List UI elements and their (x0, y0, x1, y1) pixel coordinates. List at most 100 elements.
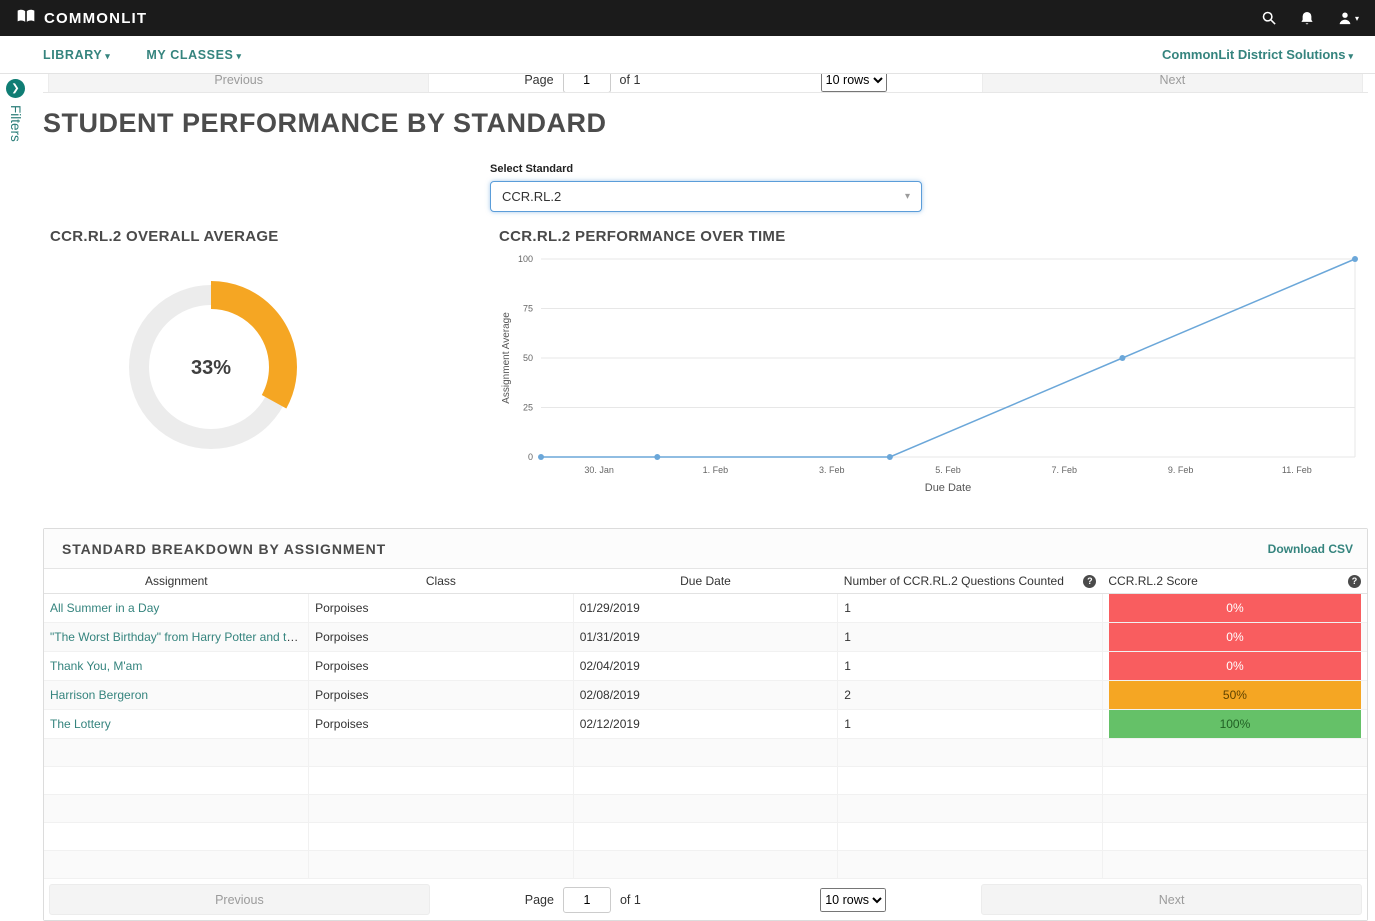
svg-text:75: 75 (523, 304, 533, 314)
due-date-cell: 01/29/2019 (572, 593, 838, 623)
questions-count-cell: 1 (837, 651, 1103, 681)
page-of-label: of 1 (619, 74, 641, 87)
standard-select[interactable]: CCR.RL.2 ▾ (490, 181, 922, 212)
page-number-input[interactable] (562, 74, 611, 92)
rows-per-page-select[interactable]: 10 rows (820, 74, 887, 92)
score-cell: 0% (1101, 593, 1367, 623)
empty-row (44, 738, 1367, 767)
due-date-cell: 02/08/2019 (572, 680, 838, 710)
standard-select-value: CCR.RL.2 (502, 189, 562, 204)
select-standard-label: Select Standard (490, 163, 574, 175)
col-class[interactable]: Class (308, 569, 574, 594)
svg-text:Assignment Average: Assignment Average (501, 312, 512, 404)
score-cell: 100% (1101, 709, 1367, 739)
empty-row (44, 822, 1367, 851)
table-row: All Summer in a Day Porpoises 01/29/2019 1 0… (44, 593, 1367, 623)
chevron-down-icon: ▾ (236, 50, 242, 61)
assignment-link[interactable]: All Summer in a Day (50, 601, 159, 615)
help-icon[interactable]: ? (1348, 574, 1361, 588)
score-bar: 50% (1108, 681, 1361, 709)
svg-text:Due Date: Due Date (925, 482, 971, 494)
empty-row (44, 766, 1367, 795)
notifications-bell-icon[interactable] (1300, 11, 1314, 26)
standard-breakdown-panel: STANDARD BREAKDOWN BY ASSIGNMENT Downloa… (43, 528, 1368, 921)
questions-count-cell: 1 (837, 709, 1103, 739)
overall-average-title: CCR.RL.2 OVERALL AVERAGE (50, 228, 279, 245)
brand-logo[interactable]: COMMONLIT (16, 8, 147, 29)
top-bar: COMMONLIT ▾ (0, 0, 1375, 36)
score-bar: 0% (1108, 652, 1361, 680)
page-title: STUDENT PERFORMANCE BY STANDARD (43, 108, 607, 138)
previous-page-button[interactable]: Previous (49, 884, 430, 915)
score-bar: 100% (1108, 710, 1361, 738)
account-menu[interactable]: ▾ (1338, 11, 1359, 25)
svg-text:7. Feb: 7. Feb (1052, 465, 1078, 475)
svg-text:30. Jan: 30. Jan (584, 465, 614, 475)
page-of-label: of 1 (619, 892, 641, 907)
table-row: Harrison Bergeron Porpoises 02/08/2019 2 50% (44, 680, 1367, 710)
previous-page-button[interactable]: Previous (48, 74, 430, 92)
svg-text:11. Feb: 11. Feb (1282, 465, 1312, 475)
score-bar: 0% (1108, 594, 1361, 622)
score-cell: 50% (1101, 680, 1367, 710)
questions-count-cell: 2 (837, 680, 1103, 710)
assignment-link[interactable]: Thank You, M'am (50, 659, 142, 673)
overall-average-section: CCR.RL.2 OVERALL AVERAGE 33% (43, 228, 499, 502)
chevron-down-icon: ▾ (1348, 50, 1353, 61)
page-label: Page (524, 892, 554, 907)
svg-text:9. Feb: 9. Feb (1168, 465, 1194, 475)
col-questions-counted[interactable]: Number of CCR.RL.2 Questions Counted ? (837, 569, 1103, 594)
page-label: Page (524, 74, 554, 87)
col-assignment[interactable]: Assignment (44, 569, 309, 594)
assignment-table-body: All Summer in a Day Porpoises 01/29/2019 1 0… (44, 593, 1367, 879)
table-row: "The Worst Birthday" from Harry Potter a… (44, 622, 1367, 652)
help-icon[interactable]: ? (1083, 574, 1097, 588)
empty-row (44, 794, 1367, 823)
svg-text:3. Feb: 3. Feb (819, 465, 845, 475)
district-solutions-link[interactable]: CommonLit District Solutions ▾ (1162, 47, 1353, 62)
due-date-cell: 01/31/2019 (572, 622, 838, 652)
score-bar: 0% (1108, 623, 1361, 651)
class-cell: Porpoises (308, 622, 574, 652)
chevron-right-icon: ❯ (6, 79, 25, 98)
brand-name: COMMONLIT (44, 9, 148, 27)
questions-count-cell: 1 (837, 622, 1103, 652)
nav-my-classes[interactable]: MY CLASSES ▾ (146, 48, 241, 62)
next-page-button[interactable]: Next (981, 74, 1363, 92)
search-icon[interactable] (1262, 11, 1276, 25)
next-page-button[interactable]: Next (981, 884, 1362, 915)
class-cell: Porpoises (308, 709, 574, 739)
book-logo-icon (16, 8, 36, 29)
panel-title: STANDARD BREAKDOWN BY ASSIGNMENT (62, 541, 387, 557)
nav-library[interactable]: LIBRARY ▾ (43, 48, 110, 62)
assignment-link[interactable]: The Lottery (50, 717, 111, 731)
svg-text:100: 100 (518, 254, 533, 264)
download-csv-link[interactable]: Download CSV (1268, 542, 1353, 556)
due-date-cell: 02/04/2019 (572, 651, 838, 681)
secondary-nav: LIBRARY ▾ MY CLASSES ▾ CommonLit District … (0, 36, 1375, 74)
table-row: The Lottery Porpoises 02/12/2019 1 100% (44, 709, 1367, 739)
due-date-cell: 02/12/2019 (572, 709, 838, 739)
table-row: Thank You, M'am Porpoises 02/04/2019 1 0% (44, 651, 1367, 681)
top-pagination-clipped: Previous Page of 1 10 rows Next (43, 74, 1368, 93)
col-score[interactable]: CCR.RL.2 Score ? (1102, 569, 1367, 594)
svg-text:33%: 33% (191, 357, 231, 379)
table-header-row: Assignment Class Due Date Number of CCR.… (44, 569, 1367, 594)
svg-text:25: 25 (523, 403, 533, 413)
svg-text:5. Feb: 5. Feb (935, 465, 961, 475)
assignment-link[interactable]: Harrison Bergeron (50, 688, 148, 702)
class-cell: Porpoises (308, 651, 574, 681)
line-chart: 0 25 50 75 100 30. Jan 1. Feb 3. Feb 5. Feb 7. Fe… (501, 254, 1358, 494)
rows-per-page-select[interactable]: 10 rows (820, 887, 887, 912)
score-cell: 0% (1101, 651, 1367, 681)
col-due-date[interactable]: Due Date (573, 569, 838, 594)
account-caret-icon: ▾ (1354, 13, 1359, 23)
svg-text:1. Feb: 1. Feb (703, 465, 729, 475)
page-number-input[interactable] (562, 886, 611, 913)
svg-text:0: 0 (528, 452, 533, 462)
questions-count-cell: 1 (837, 593, 1103, 623)
empty-row (44, 850, 1367, 879)
standard-select-group: Select Standard CCR.RL.2 ▾ (490, 163, 1368, 212)
assignment-link[interactable]: "The Worst Birthday" from Harry Potter a… (50, 630, 309, 644)
performance-over-time-section: CCR.RL.2 PERFORMANCE OVER TIME 0 25 50 75 10… (499, 228, 1368, 502)
